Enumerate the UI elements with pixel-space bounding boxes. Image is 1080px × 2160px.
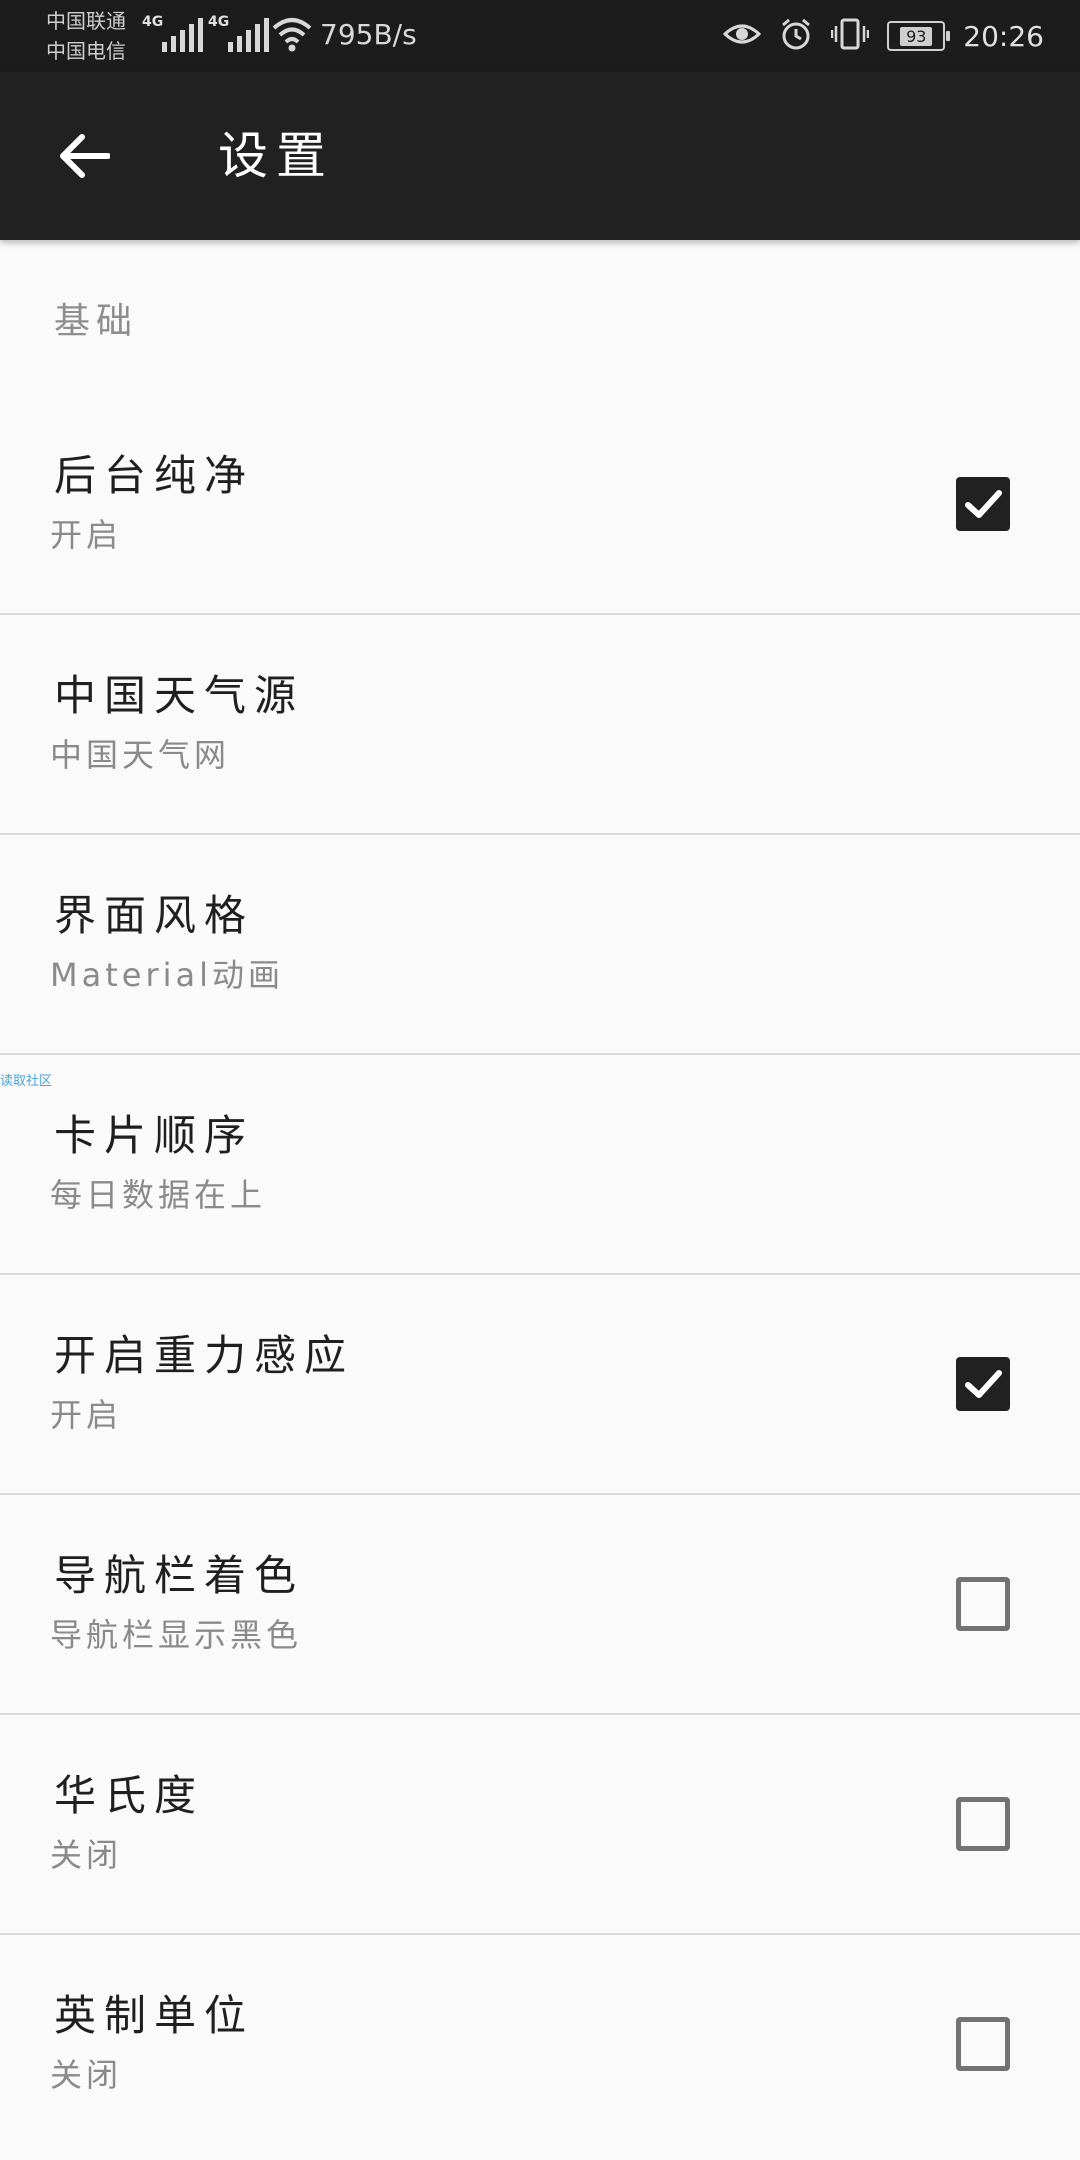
pref-summary: Material动画 [50, 956, 285, 994]
pref-summary: 关闭 [50, 1836, 123, 1874]
battery-level: 93 [900, 26, 933, 46]
pref-gravity-sensor[interactable]: 开启重力感应 开启 [0, 1275, 1080, 1495]
signal-strength-icon-2 [228, 18, 269, 52]
check-icon [965, 490, 1002, 518]
pref-fahrenheit[interactable]: 华氏度 关闭 [0, 1715, 1080, 1935]
arrow-back-icon [60, 134, 110, 178]
checkbox[interactable] [956, 1357, 1010, 1411]
clock: 20:26 [963, 19, 1044, 53]
pref-summary: 中国天气网 [50, 736, 231, 774]
carrier-names: 中国联通 中国电信 [46, 6, 126, 66]
pref-card-order[interactable]: 卡片顺序 每日数据在上 [0, 1055, 1080, 1275]
status-bar: 中国联通 中国电信 4G 4G 795B/s 93 20:26 [0, 0, 1080, 72]
checkbox[interactable] [956, 2017, 1010, 2071]
preference-list: 后台纯净 开启 中国天气源 中国天气网 界面风格 Material动画 卡片顺序… [0, 395, 1080, 2155]
pref-summary: 导航栏显示黑色 [50, 1616, 303, 1654]
pref-weather-source[interactable]: 中国天气源 中国天气网 [0, 615, 1080, 835]
battery-icon: 93 [887, 21, 951, 51]
pref-title: 英制单位 [54, 1991, 255, 2040]
pref-title: 界面风格 [54, 891, 255, 940]
pref-summary: 开启 [50, 516, 123, 554]
pref-summary: 每日数据在上 [50, 1176, 267, 1214]
pref-navbar-color[interactable]: 导航栏着色 导航栏显示黑色 [0, 1495, 1080, 1715]
network-speed: 795B/s [320, 18, 417, 51]
pref-title: 中国天气源 [54, 671, 305, 720]
pref-ui-style[interactable]: 界面风格 Material动画 [0, 835, 1080, 1055]
back-button[interactable] [52, 124, 116, 188]
pref-imperial-units[interactable]: 英制单位 关闭 [0, 1935, 1080, 2155]
pref-summary: 关闭 [50, 2056, 123, 2094]
alarm-icon [779, 17, 813, 55]
section-header-basic: 基础 [54, 301, 139, 342]
checkbox[interactable] [956, 1797, 1010, 1851]
checkbox[interactable] [956, 1577, 1010, 1631]
network-type-2: 4G [208, 14, 230, 30]
eye-comfort-icon [723, 20, 762, 52]
signal-strength-icon-1 [162, 18, 203, 52]
pref-background-clean[interactable]: 后台纯净 开启 [0, 395, 1080, 615]
wifi-icon [272, 16, 312, 56]
carrier-1: 中国联通 [46, 9, 126, 33]
check-icon [965, 1370, 1002, 1398]
pref-title: 后台纯净 [54, 451, 255, 500]
page-title: 设置 [218, 127, 334, 185]
toolbar: 设置 [0, 72, 1080, 240]
vibrate-icon [831, 17, 870, 55]
network-type-1: 4G [142, 14, 164, 30]
pref-title: 卡片顺序 [54, 1111, 255, 1160]
carrier-2: 中国电信 [46, 39, 126, 63]
checkbox[interactable] [956, 477, 1010, 531]
pref-title: 导航栏着色 [54, 1551, 305, 1600]
pref-title: 开启重力感应 [54, 1331, 355, 1380]
pref-title: 华氏度 [54, 1771, 205, 1820]
pref-summary: 开启 [50, 1396, 123, 1434]
